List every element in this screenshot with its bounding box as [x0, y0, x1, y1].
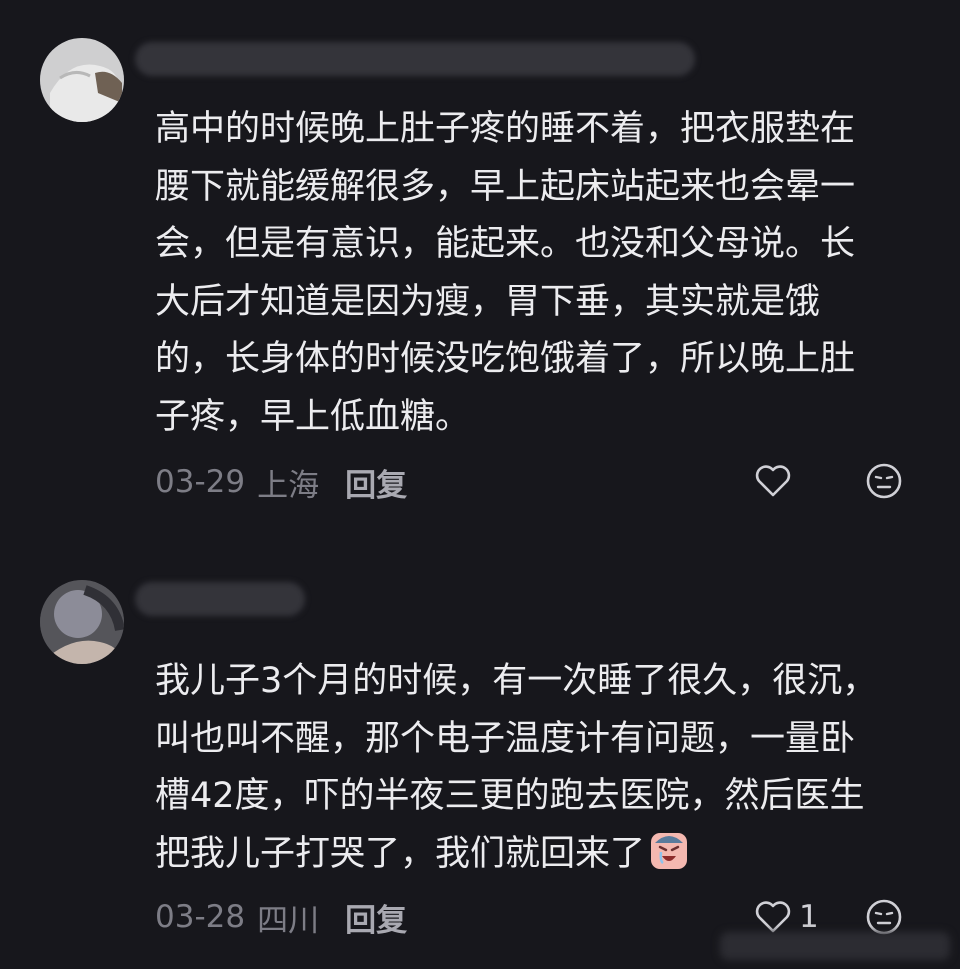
- dislike-face-icon: [866, 899, 902, 935]
- comment-item: 我儿子3个月的时候，有一次睡了很久，很沉， 叫也叫不醒，那个电子温度计有问题，一…: [0, 540, 960, 969]
- like-count: 1: [799, 899, 819, 935]
- avatar[interactable]: [40, 580, 124, 664]
- dislike-button[interactable]: [865, 462, 903, 500]
- comment-text: 高中的时候晚上肚子疼的睡不着，把衣服垫在 腰下就能缓解很多，早上起床站起来也会晕…: [155, 109, 856, 437]
- heart-icon: [755, 901, 791, 933]
- comment-date: 03-29: [155, 464, 246, 500]
- reply-button[interactable]: 回复: [345, 460, 407, 505]
- comment-location: 上海: [257, 467, 320, 504]
- comment-text-content: 我儿子3个月的时候，有一次睡了很久，很沉， 叫也叫不醒，那个电子温度计有问题，一…: [155, 661, 878, 874]
- comment-meta: 03-28 四川 回复: [155, 895, 407, 940]
- username-blurred[interactable]: [135, 582, 305, 616]
- avatar[interactable]: [40, 38, 124, 122]
- username-blurred[interactable]: [135, 42, 695, 76]
- crying-emoji-icon: [649, 831, 689, 871]
- reply-button[interactable]: 回复: [345, 895, 407, 940]
- dislike-button[interactable]: [865, 898, 903, 936]
- comment-meta: 03-29 上海 回复: [155, 460, 407, 505]
- heart-icon: [755, 465, 791, 497]
- like-button[interactable]: [753, 459, 793, 503]
- dislike-face-icon: [866, 463, 902, 499]
- comment-item: 高中的时候晚上肚子疼的睡不着，把衣服垫在 腰下就能缓解很多，早上起床站起来也会晕…: [0, 0, 960, 540]
- comment-date: 03-28: [155, 899, 246, 935]
- watermark-blurred: [720, 932, 950, 960]
- comment-location: 四川: [257, 902, 320, 939]
- comment-text: 我儿子3个月的时候，有一次睡了很久，很沉， 叫也叫不醒，那个电子温度计有问题，一…: [155, 653, 915, 883]
